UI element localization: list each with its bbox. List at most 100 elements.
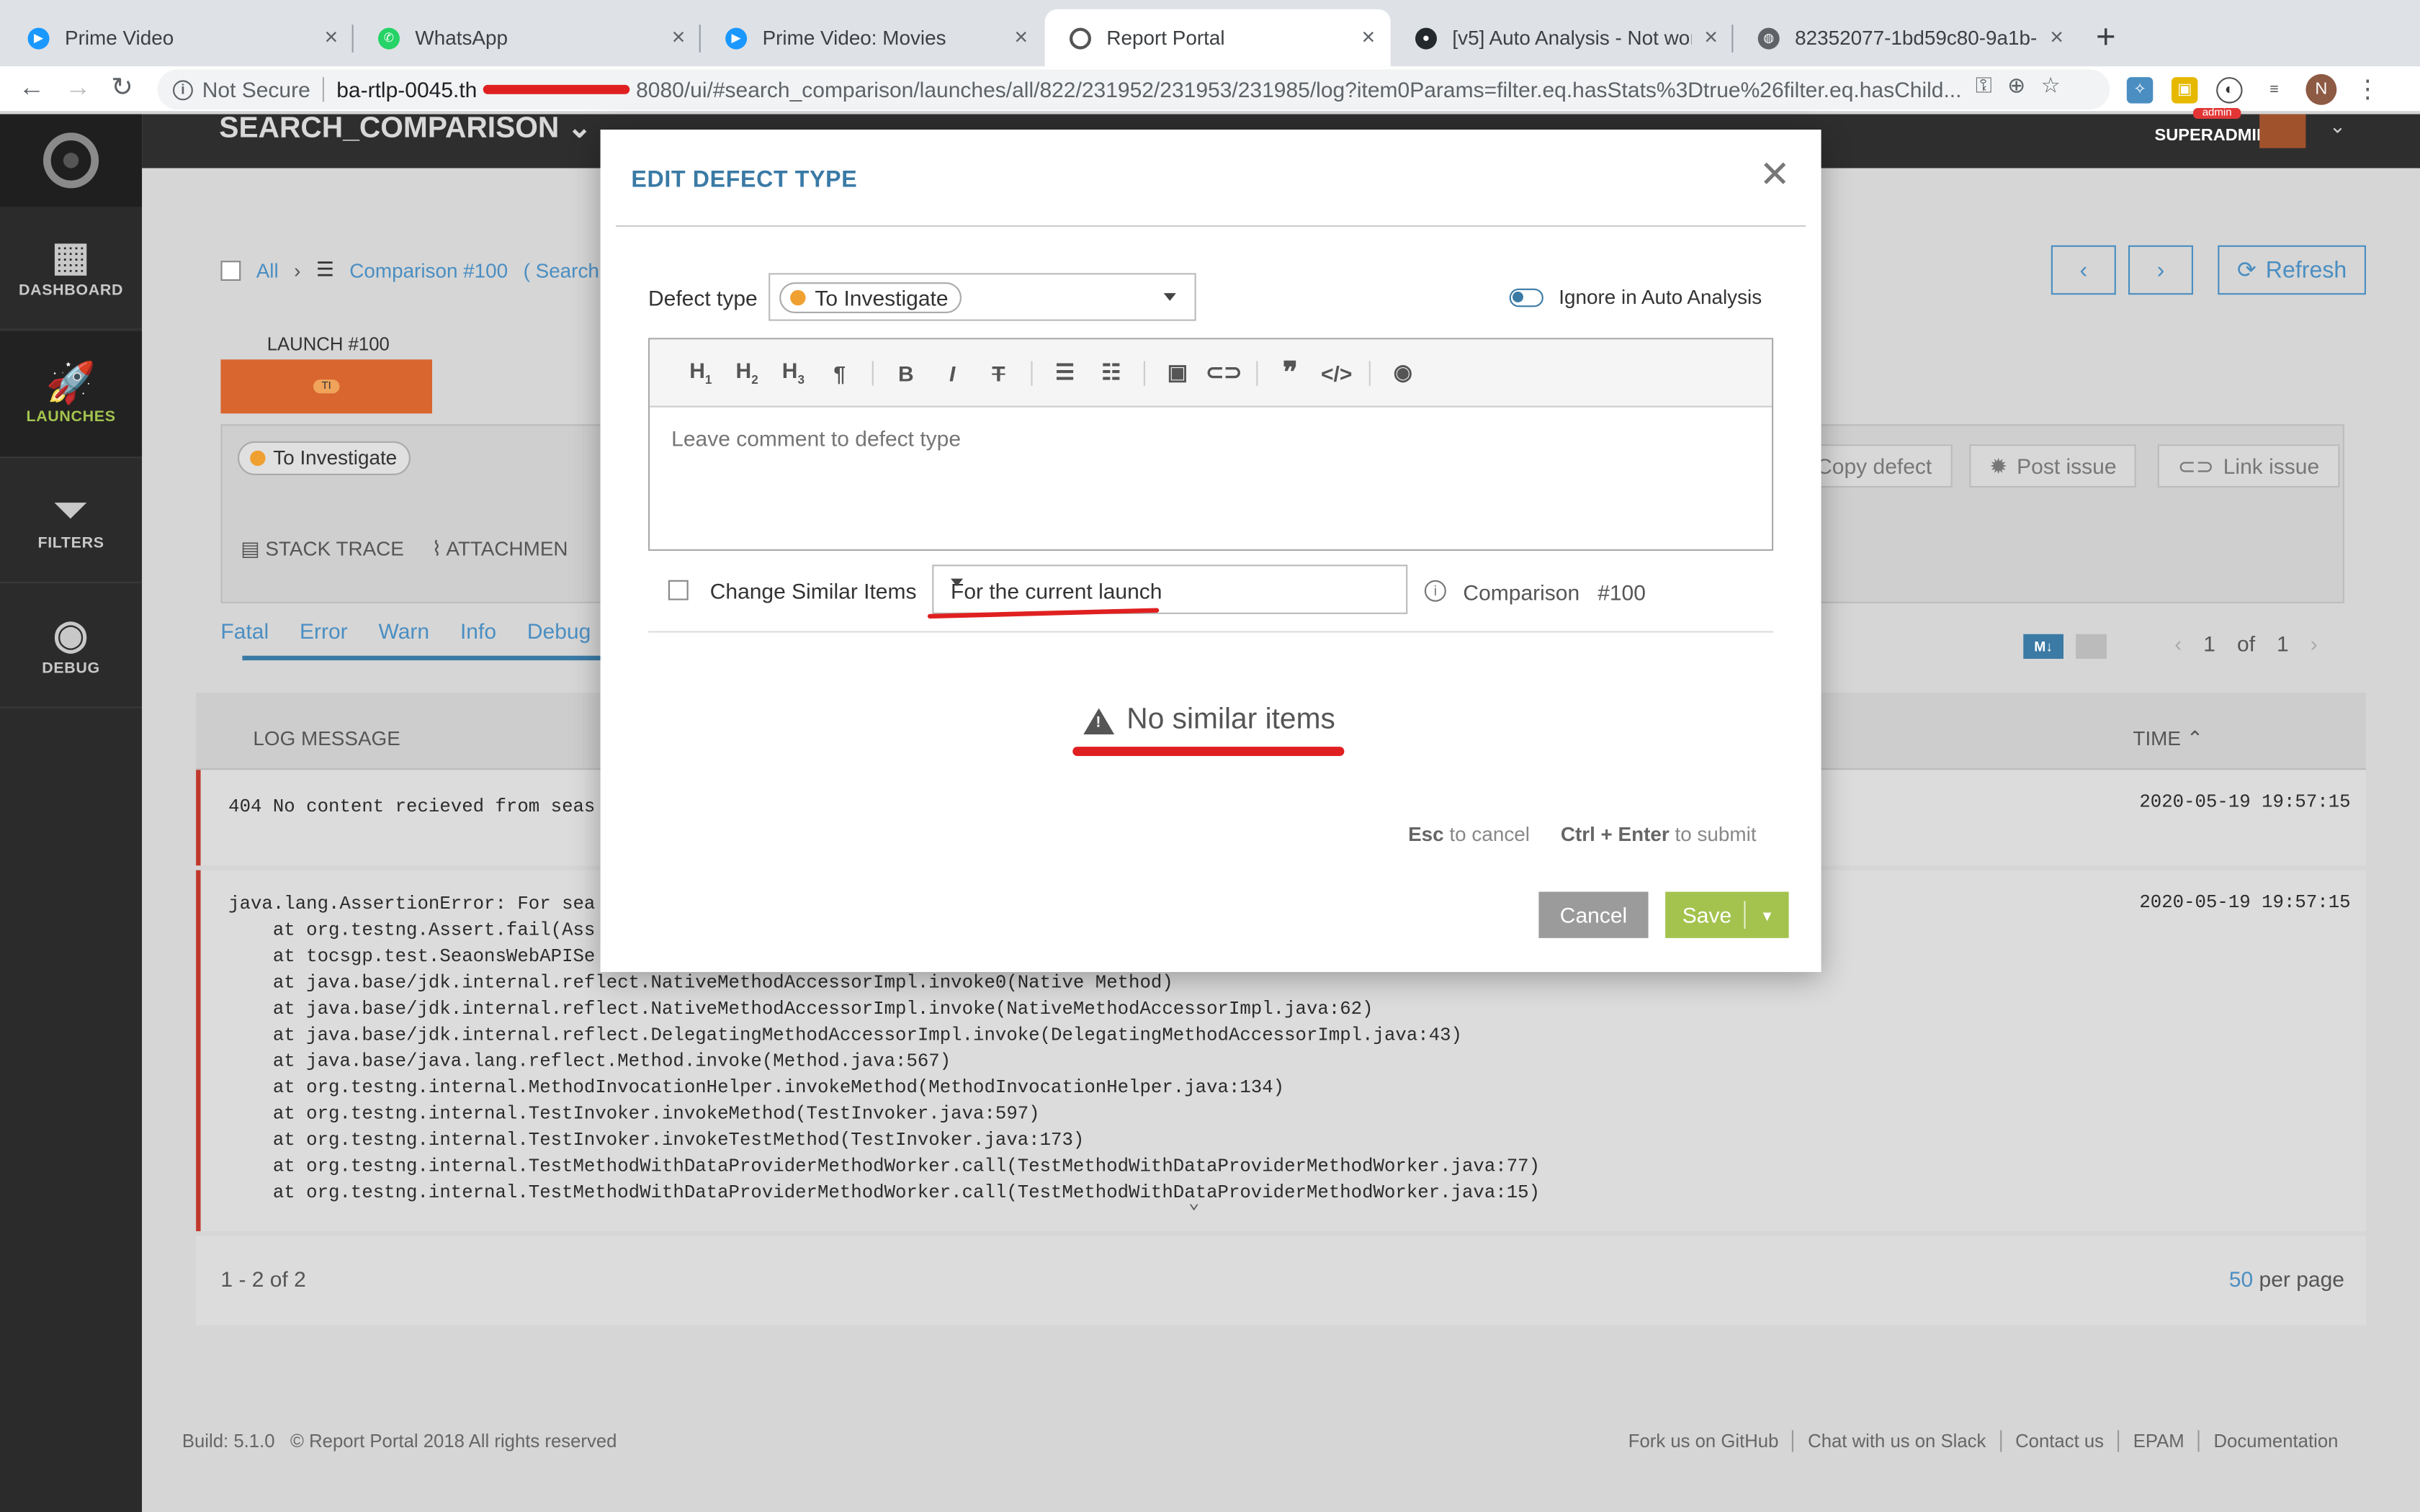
link-issue-button[interactable]: ⊂⊃ Link issue: [2157, 444, 2340, 488]
sidebar-item-launches[interactable]: 🚀 LAUNCHES: [0, 331, 143, 459]
report-portal-logo[interactable]: [0, 114, 143, 207]
chevron-right-icon[interactable]: ›: [2311, 631, 2318, 655]
star-icon[interactable]: ☆: [2041, 73, 2061, 99]
tab-stack-trace[interactable]: ▤ STACK TRACE: [241, 537, 404, 562]
reload-icon[interactable]: ↻: [111, 73, 133, 104]
tab-attachments[interactable]: ⌇ ATTACHMEN: [431, 537, 568, 562]
scope-select[interactable]: For the current launch: [932, 564, 1408, 614]
change-similar-checkbox[interactable]: [668, 580, 689, 600]
level-fatal[interactable]: Fatal: [220, 618, 269, 643]
chevron-down-icon[interactable]: ▾: [1746, 905, 1789, 925]
save-button[interactable]: Save ▾: [1665, 891, 1789, 938]
strikethrough-icon[interactable]: T: [975, 360, 1021, 384]
key-icon[interactable]: ⚿: [1976, 73, 1992, 99]
quote-icon[interactable]: ❞: [1267, 356, 1313, 389]
browser-tab-whatsapp[interactable]: ✆ WhatsApp ×: [354, 9, 701, 66]
markdown-toggle[interactable]: M↓: [2023, 634, 2063, 659]
new-tab-button[interactable]: +: [2096, 17, 2116, 58]
extension-icon[interactable]: ◐: [2216, 76, 2243, 103]
info-icon[interactable]: i: [1424, 580, 1446, 602]
browser-tab-auto-analysis[interactable]: ● [v5] Auto Analysis - Not workin ×: [1391, 9, 1734, 66]
console-toggle[interactable]: [2076, 634, 2107, 659]
extension-icon[interactable]: ▣: [2172, 76, 2198, 103]
close-tab-icon[interactable]: ×: [325, 24, 339, 50]
level-warn[interactable]: Warn: [379, 618, 430, 643]
browser-tab-prime-video[interactable]: ▶ Prime Video ×: [3, 9, 354, 66]
sidebar-item-dashboard[interactable]: ▦ DASHBOARD: [0, 207, 143, 330]
footer-link-slack[interactable]: Chat with us on Slack: [1792, 1430, 2000, 1452]
refresh-button[interactable]: ⟳ Refresh: [2218, 245, 2366, 295]
level-debug[interactable]: Debug: [527, 618, 591, 643]
chevron-left-icon[interactable]: ‹: [2174, 631, 2182, 655]
close-tab-icon[interactable]: ×: [1014, 24, 1028, 50]
close-tab-icon[interactable]: ×: [1362, 24, 1376, 50]
close-tab-icon[interactable]: ×: [1704, 24, 1718, 50]
extension-icon[interactable]: ✧: [2126, 76, 2154, 103]
back-arrow-icon[interactable]: ←: [19, 73, 45, 104]
level-error[interactable]: Error: [300, 618, 348, 643]
url-field[interactable]: i Not Secure ba-rtlp-0045.th 8080/ui/#se…: [157, 69, 2110, 110]
heading2-icon[interactable]: H2: [724, 358, 770, 387]
ignore-aa-label: Ignore in Auto Analysis: [1559, 285, 1762, 309]
comment-input[interactable]: [671, 426, 1736, 451]
expand-chevron-icon[interactable]: ⌄: [1188, 1191, 1200, 1214]
browser-tab-image[interactable]: ◍ 82352077-1bd59c80-9a1b-11e ×: [1733, 9, 2079, 66]
chevron-down-icon: ⌄: [567, 112, 592, 145]
italic-icon[interactable]: I: [929, 360, 975, 384]
info-icon[interactable]: i: [173, 79, 193, 100]
bullet-list-icon[interactable]: ☰: [1041, 359, 1088, 385]
project-selector[interactable]: SEARCH_COMPARISON ⌄: [219, 111, 591, 146]
cancel-button[interactable]: Cancel: [1538, 891, 1649, 938]
level-slider[interactable]: [242, 655, 613, 661]
modal-title: EDIT DEFECT TYPE: [631, 166, 858, 193]
close-icon[interactable]: ✕: [1760, 156, 1791, 194]
post-issue-button[interactable]: ✹ Post issue: [1969, 444, 2137, 488]
select-all-checkbox[interactable]: [220, 260, 241, 280]
zoom-icon[interactable]: ⊕: [2007, 73, 2025, 99]
footer-link-docs[interactable]: Documentation: [2198, 1430, 2352, 1452]
sidebar-item-debug[interactable]: ◉ DEBUG: [0, 585, 143, 708]
footer-link-epam[interactable]: EPAM: [2118, 1430, 2198, 1452]
breadcrumb-search[interactable]: ( Search: [524, 258, 599, 282]
forward-arrow-icon[interactable]: →: [65, 73, 91, 104]
link-icon[interactable]: ⊂⊃: [1201, 359, 1247, 385]
table-footer: 1 - 2 of 2 50 per page: [196, 1236, 2367, 1326]
media-icon[interactable]: ≡: [2261, 76, 2287, 103]
menu-dots-icon[interactable]: ⋮: [2355, 74, 2380, 105]
browser-tab-prime-video-movies[interactable]: ▶ Prime Video: Movies ×: [701, 9, 1044, 66]
close-tab-icon[interactable]: ×: [2050, 24, 2063, 50]
page-footer: Build: 5.1.0 © Report Portal 2018 All ri…: [182, 1430, 2374, 1452]
url-host: ba-rtlp-0045.th: [336, 77, 478, 102]
bold-icon[interactable]: B: [883, 360, 929, 384]
col-log-message[interactable]: LOG MESSAGE: [253, 726, 400, 750]
heading3-icon[interactable]: H3: [770, 358, 816, 387]
prev-item-button[interactable]: ‹: [2051, 245, 2116, 295]
breadcrumb-comparison[interactable]: Comparison #100: [349, 258, 508, 282]
screen: ▶ Prime Video × ✆ WhatsApp × ▶ Prime Vid…: [0, 0, 2420, 1512]
preview-eye-icon[interactable]: ◉: [1380, 359, 1426, 385]
close-tab-icon[interactable]: ×: [672, 24, 686, 50]
per-page-selector[interactable]: 50 per page: [2229, 1266, 2344, 1291]
image-icon[interactable]: ▣: [1155, 359, 1201, 385]
user-avatar[interactable]: [2259, 114, 2306, 148]
breadcrumb-all[interactable]: All: [256, 258, 279, 282]
code-icon[interactable]: </>: [1314, 360, 1360, 384]
next-item-button[interactable]: ›: [2128, 245, 2193, 295]
numbered-list-icon[interactable]: ☷: [1088, 359, 1134, 385]
defect-type-select[interactable]: To Investigate: [768, 273, 1196, 321]
footer-link-github[interactable]: Fork us on GitHub: [1614, 1430, 1792, 1452]
col-time[interactable]: TIME ⌃: [2133, 726, 2203, 751]
browser-tab-report-portal[interactable]: Report Portal ×: [1044, 9, 1391, 67]
user-name[interactable]: SUPERADMIN: [2155, 127, 2269, 145]
sidebar-item-filters[interactable]: ⏷ FILTERS: [0, 460, 143, 583]
profile-avatar[interactable]: N: [2305, 73, 2337, 105]
level-info[interactable]: Info: [460, 618, 496, 643]
ignore-aa-toggle[interactable]: [1509, 288, 1543, 307]
heading1-icon[interactable]: H1: [678, 358, 724, 387]
paragraph-icon[interactable]: ¶: [817, 360, 863, 384]
defect-type-badge[interactable]: To Investigate: [238, 441, 411, 475]
chevron-down-icon[interactable]: ⌄: [2329, 114, 2346, 139]
footer-link-contact[interactable]: Contact us: [1999, 1430, 2118, 1452]
log-pager: ‹ 1 of 1 ›: [2174, 631, 2318, 656]
launch-history-bar[interactable]: TI: [220, 359, 432, 414]
